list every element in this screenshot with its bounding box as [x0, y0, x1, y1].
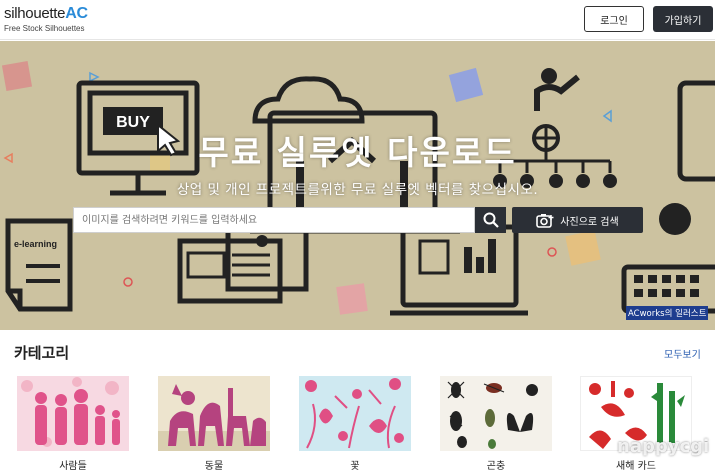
category-label-new-year[interactable]: 새해 카드 [580, 457, 692, 472]
category-section-title: 카테고리 [14, 344, 70, 362]
login-button[interactable]: 로그인 [584, 6, 644, 32]
category-card-people[interactable] [17, 376, 129, 451]
category-card-animals[interactable] [158, 376, 270, 451]
hero-title: 무료 실루엣 다운로드 [198, 133, 517, 172]
hero-banner: BUY e-learning 무료 실루엣 다운로드 상업 및 개인 프로젝트를… [0, 41, 715, 330]
illustration-credit: ACworks의 일러스트 [626, 306, 709, 320]
logo-tagline: Free Stock Silhouettes [4, 24, 85, 33]
photo-search-button[interactable]: 사진으로 검색 [512, 207, 643, 233]
photo-search-label: 사진으로 검색 [560, 216, 619, 228]
flower-silhouettes-image [305, 378, 404, 449]
category-label-people[interactable]: 사람들 [17, 457, 129, 472]
search-icon [483, 212, 499, 228]
camera-icon [536, 213, 554, 228]
search-input[interactable] [73, 207, 475, 233]
logo-ac-mark: AC [65, 5, 88, 22]
hero-subtitle: 상업 및 개인 프로젝트를위한 무료 실루엣 벡터를 찾으십시오. [176, 182, 539, 198]
category-card-flowers[interactable] [299, 376, 411, 451]
search-button[interactable] [475, 207, 506, 233]
watermark: nappycgi [617, 436, 710, 457]
category-label-flowers[interactable]: 꽃 [299, 457, 411, 472]
view-all-link[interactable]: 모두보기 [664, 346, 701, 361]
logo-text: silhouette [4, 5, 66, 22]
site-header: silhouetteAC Free Stock Silhouettes 로그인 … [0, 0, 715, 40]
category-label-insects[interactable]: 곤충 [440, 457, 552, 472]
insect-silhouettes-image [447, 381, 538, 449]
animal-silhouettes-image [158, 384, 270, 451]
site-logo[interactable]: silhouetteAC Free Stock Silhouettes [4, 5, 88, 33]
category-card-insects[interactable] [440, 376, 552, 451]
people-silhouettes-image [21, 377, 120, 447]
signup-button[interactable]: 가입하기 [653, 6, 713, 32]
illustration-elearning-text: e-learning [14, 239, 57, 249]
category-label-animals[interactable]: 동물 [158, 457, 270, 472]
